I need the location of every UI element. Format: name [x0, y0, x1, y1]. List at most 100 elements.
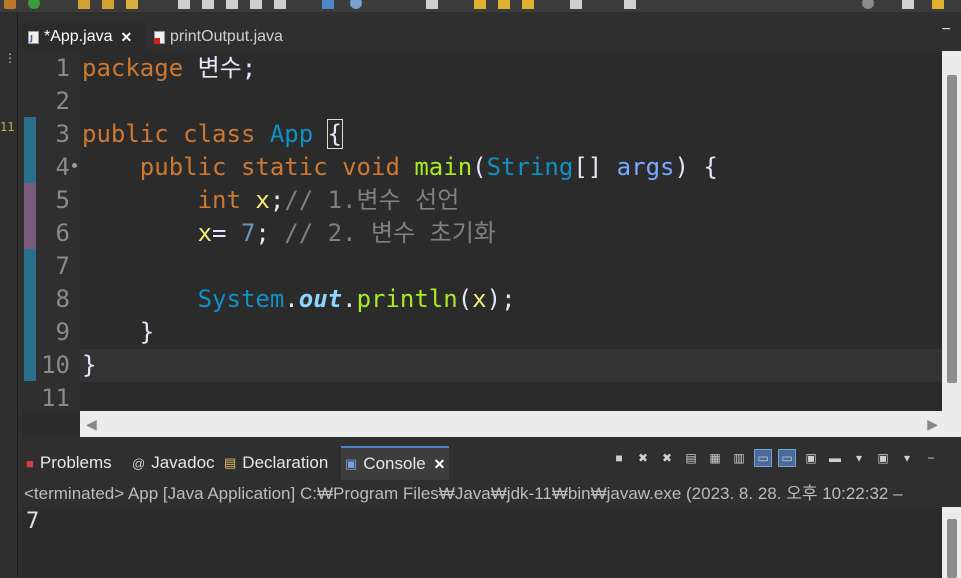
console-toolbar: ■ ✖ ✖ ▤ ▦ ▥ ▭ ▭ ▣ ▬ ▾ ▣ ▾ − [610, 449, 940, 467]
change-indicator [24, 183, 36, 249]
line-number: 11 [41, 384, 70, 412]
eclipse-window: ⋮ 11 J *App.java ✕ printOutput.java − 1 … [0, 0, 961, 578]
tab-print-output-java[interactable]: printOutput.java [148, 23, 318, 51]
change-indicator [24, 249, 36, 381]
debug-icon[interactable] [322, 0, 334, 9]
word-wrap-icon[interactable]: ▥ [730, 449, 748, 467]
editor-horizontal-scrollbar[interactable]: ◀ ▶ [80, 411, 942, 437]
tool-icon[interactable] [274, 0, 286, 9]
show-on-error-icon[interactable]: ▭ [778, 449, 796, 467]
tab-label: Problems [39, 453, 112, 472]
tab-label: Javadoc [151, 453, 215, 472]
console-output-area[interactable]: 7 [22, 507, 961, 578]
tab-console[interactable]: ▣ Console ✕ [341, 446, 450, 480]
pin-icon[interactable] [426, 0, 438, 9]
new-icon[interactable] [4, 0, 16, 9]
console-output-text: 7 [26, 509, 40, 534]
tab-label: Declaration [242, 453, 329, 472]
remove-all-icon[interactable]: ✖ [658, 449, 676, 467]
java-file-icon: J [28, 30, 39, 44]
tab-label: *App.java [44, 28, 113, 45]
editor-tab-bar: J *App.java ✕ printOutput.java − [22, 19, 961, 51]
fold-toggle-icon[interactable] [70, 161, 79, 170]
open-folder-icon[interactable] [78, 0, 90, 9]
show-on-output-icon[interactable]: ▭ [754, 449, 772, 467]
scroll-thumb[interactable] [947, 519, 957, 578]
line-number: 6 [55, 219, 70, 247]
code-line-10: } [82, 351, 97, 379]
code-text-area[interactable]: package 변수; public class App { public st… [80, 51, 942, 411]
tab-problems[interactable]: ■ Problems [22, 446, 116, 480]
perspective-icon[interactable] [902, 0, 914, 9]
minimized-view-label: 11 [0, 120, 15, 134]
line-number: 2 [55, 87, 70, 115]
close-icon[interactable]: ✕ [434, 456, 446, 473]
code-line-5: int x;// 1.변수 선언 [197, 186, 460, 214]
current-line-highlight [80, 349, 942, 382]
left-trim-bar: ⋮ 11 [0, 12, 18, 578]
line-number: 8 [55, 285, 70, 313]
declaration-icon: ▤ [224, 455, 237, 470]
more-options-icon[interactable]: ⋮ [4, 52, 16, 64]
line-number: 1 [55, 54, 70, 82]
svg-text:J: J [29, 34, 33, 43]
scrollbar-corner [942, 411, 961, 437]
back-arrow-icon[interactable] [474, 0, 486, 9]
code-line-3: public class App { [82, 119, 344, 149]
minimize-icon[interactable]: − [922, 449, 940, 467]
scroll-right-icon[interactable]: ▶ [927, 416, 938, 433]
open-console-icon[interactable]: ▾ [850, 449, 868, 467]
code-line-9: } [139, 318, 155, 346]
minimize-icon[interactable]: − [942, 21, 951, 39]
new-console-icon[interactable]: ▣ [874, 449, 892, 467]
code-line-6: x= 7; // 2. 변수 초기화 [197, 219, 496, 247]
tab-declaration[interactable]: ▤ Declaration [220, 446, 332, 480]
code-line-1: package 변수; [82, 54, 257, 82]
tool-icon[interactable] [250, 0, 262, 9]
line-number: 9 [55, 318, 70, 346]
java-error-file-icon [154, 30, 165, 44]
clear-console-icon[interactable]: ▤ [682, 449, 700, 467]
code-line-4: public static void main(String[] args) { [139, 153, 718, 181]
display-console-icon[interactable]: ▬ [826, 449, 844, 467]
tab-app-java[interactable]: J *App.java ✕ [22, 23, 146, 51]
task-icon[interactable] [624, 0, 636, 9]
tool-icon[interactable] [226, 0, 238, 9]
pin-console-icon[interactable]: ▣ [802, 449, 820, 467]
scroll-left-icon[interactable]: ◀ [86, 416, 97, 433]
console-vertical-scrollbar[interactable] [942, 507, 961, 578]
change-indicator [24, 117, 36, 183]
tab-javadoc[interactable]: @ Javadoc [128, 446, 219, 480]
console-icon: ▣ [345, 456, 358, 471]
terminate-icon[interactable]: ■ [610, 449, 628, 467]
quick-search-icon[interactable] [862, 0, 874, 9]
bottom-panel-tab-bar: ■ Problems @ Javadoc ▤ Declaration ▣ Con… [22, 445, 961, 481]
remove-launch-icon[interactable]: ✖ [634, 449, 652, 467]
tool-icon[interactable] [202, 0, 214, 9]
open-project-icon[interactable] [102, 0, 114, 9]
history-back-icon[interactable] [522, 0, 534, 9]
main-toolbar [0, 0, 961, 12]
run-icon[interactable] [28, 0, 40, 9]
editor-vertical-scrollbar[interactable] [942, 51, 961, 411]
close-icon[interactable]: ✕ [121, 29, 133, 46]
tool-icon[interactable] [178, 0, 190, 9]
javadoc-icon: @ [132, 455, 146, 471]
line-number-gutter: 1 2 3 4 5 6 7 8 9 10 11 [22, 51, 80, 412]
edit-icon[interactable] [126, 0, 138, 9]
scroll-lock-icon[interactable]: ▦ [706, 449, 724, 467]
code-line-8: System.out.println(x); [197, 285, 516, 313]
view-menu-icon[interactable]: ▾ [898, 449, 916, 467]
search-icon[interactable] [350, 0, 362, 9]
tab-label: printOutput.java [170, 28, 283, 45]
code-editor[interactable]: 1 2 3 4 5 6 7 8 9 10 11 package 변수; publ… [22, 51, 961, 437]
panel-divider[interactable] [22, 437, 961, 445]
java-perspective-icon[interactable] [932, 0, 944, 9]
history-forward-icon[interactable] [570, 0, 582, 9]
problems-icon: ■ [26, 455, 34, 471]
line-number: 7 [55, 252, 70, 280]
line-number: 3 [55, 120, 70, 148]
line-number: 4 [55, 153, 70, 181]
forward-arrow-icon[interactable] [498, 0, 510, 9]
scroll-thumb[interactable] [947, 75, 957, 383]
